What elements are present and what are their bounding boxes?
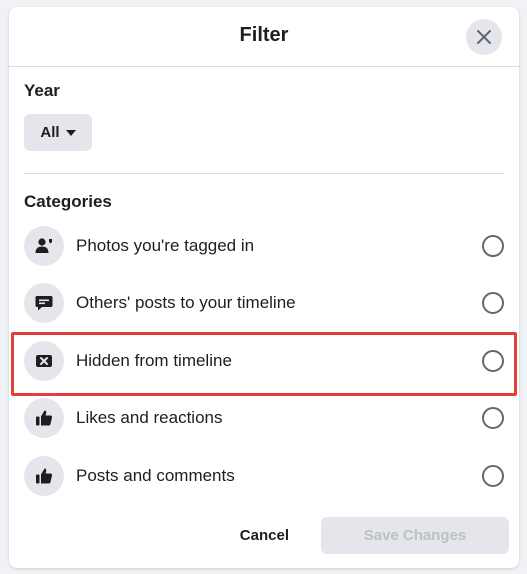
radio-button[interactable]: [482, 292, 504, 315]
category-label: Likes and reactions: [76, 408, 223, 428]
category-item-hidden[interactable]: Hidden from timeline: [9, 332, 519, 390]
dialog-footer: Cancel Save Changes: [9, 517, 519, 557]
save-changes-button[interactable]: Save Changes: [321, 517, 509, 554]
divider: [24, 173, 504, 174]
year-selected-value: All: [40, 124, 60, 141]
filter-dialog: Filter Year All Categories Photos you're…: [9, 7, 519, 568]
category-list: Photos you're tagged in Others' posts to…: [9, 217, 519, 505]
category-label: Hidden from timeline: [76, 350, 232, 370]
thumbs-up-icon: [24, 455, 64, 496]
category-label: Posts and comments: [76, 465, 235, 485]
category-item-others-posts[interactable]: Others' posts to your timeline: [9, 275, 519, 333]
dialog-header: Filter: [9, 7, 519, 67]
close-icon: [477, 30, 491, 44]
cancel-button[interactable]: Cancel: [230, 517, 299, 554]
caret-down-icon: [65, 129, 76, 136]
close-button[interactable]: [466, 19, 502, 55]
hidden-x-icon: [24, 340, 64, 381]
category-item-likes[interactable]: Likes and reactions: [9, 390, 519, 448]
category-item-photos-tagged[interactable]: Photos you're tagged in: [9, 217, 519, 275]
year-label: Year: [24, 81, 60, 100]
radio-button[interactable]: [482, 349, 504, 372]
category-item-posts-comments[interactable]: Posts and comments: [9, 447, 519, 505]
person-tag-icon: [24, 225, 64, 266]
year-dropdown[interactable]: All: [24, 114, 92, 151]
category-label: Photos you're tagged in: [76, 235, 255, 255]
radio-button[interactable]: [482, 464, 504, 487]
radio-button[interactable]: [482, 234, 504, 257]
dialog-title: Filter: [239, 24, 289, 46]
thumbs-up-icon: [24, 398, 64, 439]
comment-bubble-icon: [24, 283, 64, 324]
category-label: Others' posts to your timeline: [76, 293, 296, 313]
radio-button[interactable]: [482, 407, 504, 430]
categories-label: Categories: [24, 192, 112, 211]
